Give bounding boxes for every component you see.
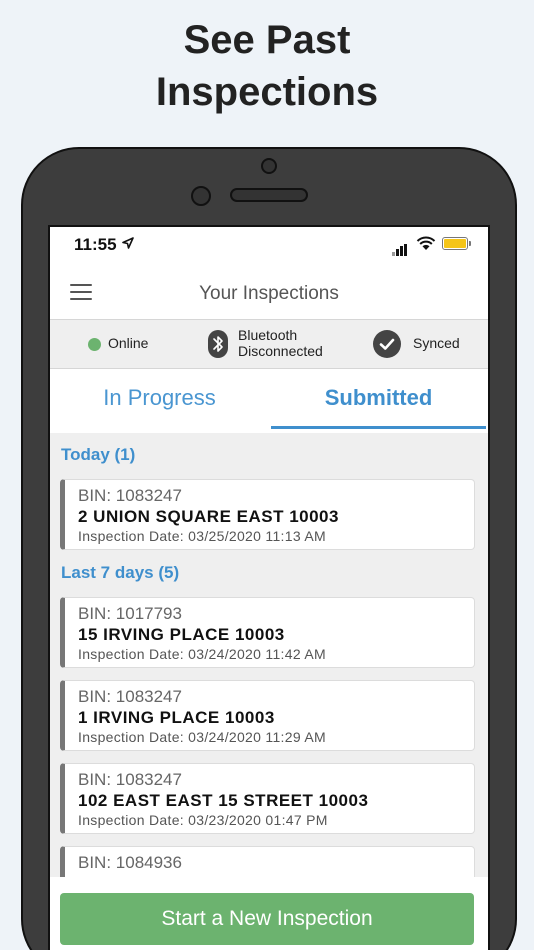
bluetooth-label-line-2: Disconnected <box>238 343 323 359</box>
ios-status-bar: 11:55 <box>50 227 488 267</box>
inspection-address: 1 IRVING PLACE 10003 <box>78 708 275 727</box>
bin-number: BIN: 1083247 <box>78 687 182 706</box>
tab-submitted[interactable]: Submitted <box>269 369 488 429</box>
navigation-bar: Your Inspections <box>50 267 488 319</box>
front-camera <box>261 158 277 174</box>
battery-tip <box>469 241 471 246</box>
section-header-last-7-days: Last 7 days (5) <box>61 563 180 582</box>
list-item[interactable]: BIN: 1083247 102 EAST EAST 15 STREET 100… <box>60 763 475 834</box>
active-tab-indicator <box>271 426 486 429</box>
battery-icon <box>442 237 468 250</box>
bluetooth-icon <box>208 330 228 358</box>
inspection-address: 15 IRVING PLACE 10003 <box>78 625 285 644</box>
bluetooth-status-label: Bluetooth Disconnected <box>238 327 323 359</box>
list-item[interactable]: BIN: 1083247 1 IRVING PLACE 10003 Inspec… <box>60 680 475 751</box>
marketing-headline: See Past Inspections <box>0 14 534 118</box>
connection-status-strip: Online Bluetooth Disconnected Synced <box>50 319 488 369</box>
inspection-date: Inspection Date: 03/24/2020 11:29 AM <box>78 729 326 745</box>
checkmark-icon <box>373 330 401 358</box>
headline-line-1: See Past <box>183 18 351 62</box>
online-status-dot <box>88 338 101 351</box>
list-item[interactable]: BIN: 1017793 15 IRVING PLACE 10003 Inspe… <box>60 597 475 668</box>
cellular-signal-icon <box>392 238 408 256</box>
earpiece-speaker <box>230 188 308 202</box>
page-title: Your Inspections <box>199 283 339 304</box>
bin-number: BIN: 1083247 <box>78 486 182 505</box>
bin-number: BIN: 1083247 <box>78 770 182 789</box>
tab-in-progress[interactable]: In Progress <box>50 369 269 429</box>
bin-number: BIN: 1084936 <box>78 853 182 872</box>
bluetooth-label-line-1: Bluetooth <box>238 327 298 343</box>
app-screen: 11:55 Your Inspections Online Bluetooth … <box>48 225 490 950</box>
wifi-icon <box>416 236 436 250</box>
headline-line-2: Inspections <box>155 70 379 114</box>
list-item[interactable]: BIN: 1083247 2 UNION SQUARE EAST 10003 I… <box>60 479 475 550</box>
section-header-today: Today (1) <box>61 445 136 464</box>
proximity-sensor <box>191 186 211 206</box>
inspection-date: Inspection Date: 03/23/2020 01:47 PM <box>78 812 328 828</box>
inspection-address: 102 EAST EAST 15 STREET 10003 <box>78 791 369 810</box>
bin-number: BIN: 1017793 <box>78 604 182 623</box>
online-label: Online <box>108 335 149 351</box>
status-time: 11:55 <box>74 235 117 254</box>
inspection-address: 2 UNION SQUARE EAST 10003 <box>78 507 339 526</box>
start-new-inspection-button[interactable]: Start a New Inspection <box>60 893 474 945</box>
footer-bar: Start a New Inspection <box>50 877 488 950</box>
inspection-date: Inspection Date: 03/25/2020 11:13 AM <box>78 528 326 544</box>
inspection-tabs: In Progress Submitted <box>50 369 488 431</box>
sync-status-label: Synced <box>413 335 460 351</box>
inspection-date: Inspection Date: 03/24/2020 11:42 AM <box>78 646 326 662</box>
location-arrow-icon <box>122 237 134 249</box>
inspection-list[interactable]: Today (1) BIN: 1083247 2 UNION SQUARE EA… <box>50 433 488 917</box>
